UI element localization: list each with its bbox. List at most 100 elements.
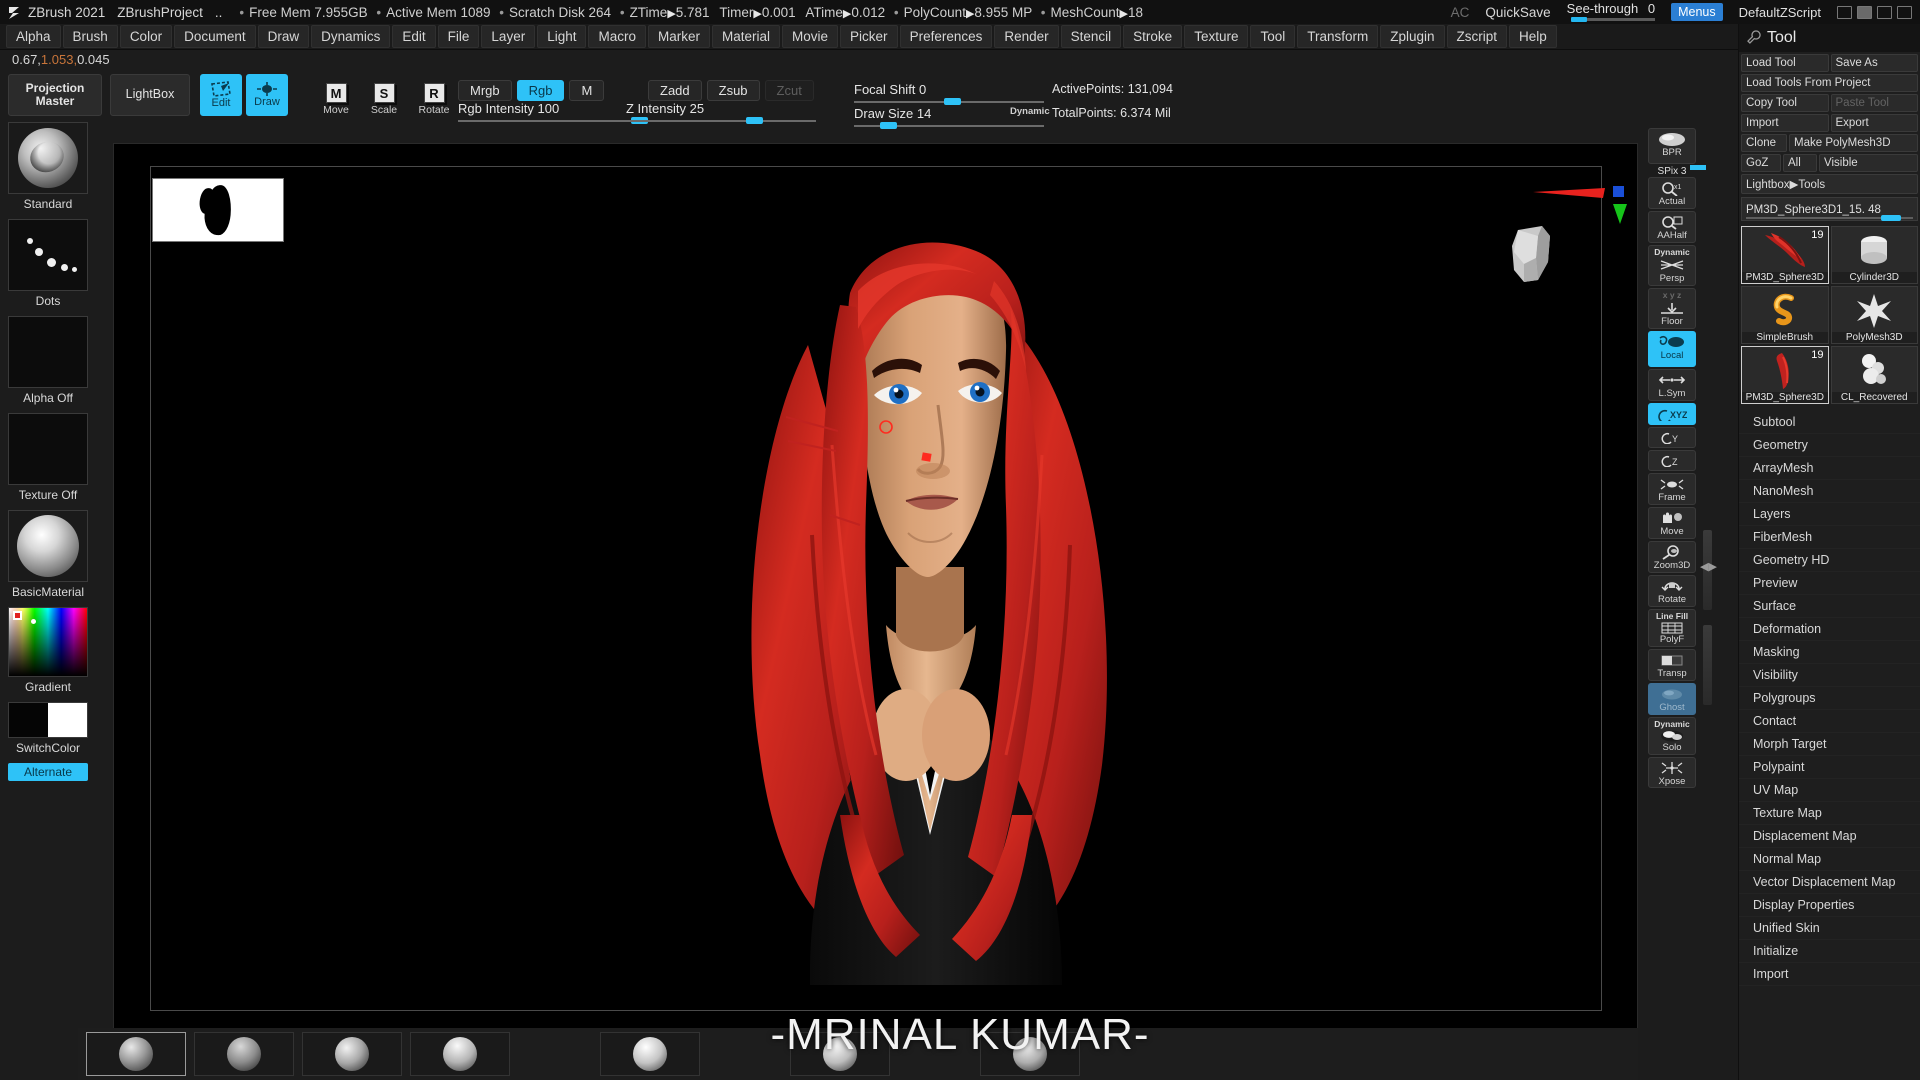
tool-menu-masking[interactable]: Masking [1739, 641, 1920, 664]
material-cell-1[interactable] [86, 1032, 186, 1076]
current-tool-slider[interactable]: PM3D_Sphere3D1_15. 48 [1741, 197, 1918, 221]
tool-menu-polypaint[interactable]: Polypaint [1739, 756, 1920, 779]
menu-item-document[interactable]: Document [174, 25, 256, 48]
panel-collapse-arrow-icon[interactable]: ◀▶ [1700, 560, 1717, 573]
rgb-intensity-track[interactable] [458, 117, 648, 124]
see-through-track[interactable] [1571, 16, 1656, 22]
menu-item-texture[interactable]: Texture [1184, 25, 1249, 48]
material-cell-2[interactable] [194, 1032, 294, 1076]
current-material-swatch[interactable] [8, 510, 88, 582]
projection-master-button[interactable]: Projection Master [8, 74, 102, 116]
floor-button[interactable]: x y z Floor [1648, 287, 1696, 329]
sculpted-character-model[interactable] [690, 195, 1170, 985]
draw-size-knob[interactable] [880, 122, 897, 129]
load-tool-button[interactable]: Load Tool [1741, 54, 1829, 72]
menu-item-zscript[interactable]: Zscript [1446, 25, 1508, 48]
clone-button[interactable]: Clone [1741, 134, 1787, 152]
tool-menu-uv-map[interactable]: UV Map [1739, 779, 1920, 802]
restore-icon[interactable] [1877, 5, 1892, 19]
secondary-color-swatch[interactable] [48, 703, 87, 737]
switch-color-swatches[interactable] [8, 702, 88, 738]
lightbox-tools-button[interactable]: Lightbox▶Tools [1741, 174, 1918, 194]
move-button[interactable]: M Move [318, 76, 354, 116]
tool-menu-display-properties[interactable]: Display Properties [1739, 894, 1920, 917]
tool-menu-normal-map[interactable]: Normal Map [1739, 848, 1920, 871]
aahalf-button[interactable]: AAHalf [1648, 210, 1696, 243]
spix-knob[interactable] [1690, 165, 1707, 170]
visible-button[interactable]: Visible [1819, 154, 1918, 172]
load-tools-from-project-button[interactable]: Load Tools From Project [1741, 74, 1918, 92]
rail-scroll-handle-lower[interactable] [1703, 625, 1712, 705]
z-intensity-slider[interactable]: Z Intensity 25 [626, 101, 704, 116]
material-cell-4[interactable] [410, 1032, 510, 1076]
quicksave-button[interactable]: QuickSave [1485, 5, 1550, 20]
transp-button[interactable]: Transp [1648, 648, 1696, 681]
material-cell-3[interactable] [302, 1032, 402, 1076]
make-polymesh3d-button[interactable]: Make PolyMesh3D [1789, 134, 1918, 152]
save-as-button[interactable]: Save As [1830, 54, 1918, 72]
tool-menu-preview[interactable]: Preview [1739, 572, 1920, 595]
tool-menu-nanomesh[interactable]: NanoMesh [1739, 480, 1920, 503]
tool-menu-deformation[interactable]: Deformation [1739, 618, 1920, 641]
tool-menu-initialize[interactable]: Initialize [1739, 940, 1920, 963]
menu-item-light[interactable]: Light [537, 25, 587, 48]
tool-cell-cl-recovered[interactable]: CL_Recovered [1830, 346, 1918, 404]
tool-menu-displacement-map[interactable]: Displacement Map [1739, 825, 1920, 848]
rotate-button[interactable]: R Rotate [414, 76, 454, 116]
current-brush-swatch[interactable] [8, 122, 88, 194]
menu-item-brush[interactable]: Brush [62, 25, 118, 48]
export-button[interactable]: Export [1830, 114, 1918, 132]
z-intensity-track[interactable] [626, 117, 816, 124]
menu-item-marker[interactable]: Marker [648, 25, 711, 48]
z-axis-button[interactable]: Z [1648, 449, 1696, 471]
tool-menu-geometry[interactable]: Geometry [1739, 434, 1920, 457]
z-intensity-knob[interactable] [746, 117, 763, 124]
tool-cell-pm3d-sphere3d-b[interactable]: 19 PM3D_Sphere3D [1741, 346, 1829, 404]
material-cell-6[interactable] [790, 1032, 890, 1076]
menu-item-edit[interactable]: Edit [392, 25, 436, 48]
scale-button[interactable]: S Scale [366, 76, 402, 116]
menu-item-material[interactable]: Material [712, 25, 781, 48]
import-button[interactable]: Import [1741, 114, 1829, 132]
actual-button[interactable]: x1 Actual [1648, 177, 1696, 209]
local-button[interactable]: Local [1648, 330, 1696, 367]
see-through-knob[interactable] [1571, 16, 1588, 22]
tool-menu-texture-map[interactable]: Texture Map [1739, 802, 1920, 825]
tool-menu-visibility[interactable]: Visibility [1739, 664, 1920, 687]
rgb-button[interactable]: Rgb [516, 80, 565, 101]
polyf-button[interactable]: Line Fill PolyF [1648, 608, 1696, 647]
default-zscript-button[interactable]: DefaultZScript [1739, 5, 1821, 20]
menu-item-dynamics[interactable]: Dynamics [311, 25, 391, 48]
all-button[interactable]: All [1783, 154, 1817, 172]
current-stroke-swatch[interactable] [8, 219, 88, 291]
focal-shift-knob[interactable] [944, 98, 961, 105]
ac-indicator[interactable]: AC [1451, 5, 1470, 20]
menu-item-tool[interactable]: Tool [1250, 25, 1296, 48]
minimize-icon[interactable] [1837, 5, 1852, 19]
window-controls[interactable] [1837, 5, 1912, 19]
menu-item-zplugin[interactable]: Zplugin [1380, 25, 1445, 48]
nav-head-preview[interactable] [1492, 218, 1572, 298]
color-marker-icon[interactable] [13, 611, 22, 620]
current-texture-swatch[interactable] [8, 413, 88, 485]
menu-item-movie[interactable]: Movie [782, 25, 839, 48]
move-nav-button[interactable]: Move [1648, 506, 1696, 539]
menu-item-macro[interactable]: Macro [588, 25, 646, 48]
tool-menu-polygroups[interactable]: Polygroups [1739, 687, 1920, 710]
menus-button[interactable]: Menus [1671, 3, 1723, 21]
xpose-button[interactable]: Xpose [1648, 756, 1696, 789]
tool-menu-surface[interactable]: Surface [1739, 595, 1920, 618]
menu-item-stroke[interactable]: Stroke [1123, 25, 1183, 48]
primary-color-swatch[interactable] [9, 703, 48, 737]
maximize-icon[interactable] [1857, 5, 1872, 19]
dynamic-label[interactable]: Dynamic [1010, 106, 1050, 117]
draw-size-track[interactable] [854, 122, 1044, 129]
draw-size-slider[interactable]: Draw Size 14 [854, 106, 931, 121]
material-cell-5[interactable] [600, 1032, 700, 1076]
tool-menu-contact[interactable]: Contact [1739, 710, 1920, 733]
tool-menu-unified-skin[interactable]: Unified Skin [1739, 917, 1920, 940]
tool-menu-morph-target[interactable]: Morph Target [1739, 733, 1920, 756]
menu-item-transform[interactable]: Transform [1297, 25, 1379, 48]
paste-tool-button[interactable]: Paste Tool [1830, 94, 1918, 112]
spix-slider[interactable]: SPix 3 [1648, 165, 1707, 177]
